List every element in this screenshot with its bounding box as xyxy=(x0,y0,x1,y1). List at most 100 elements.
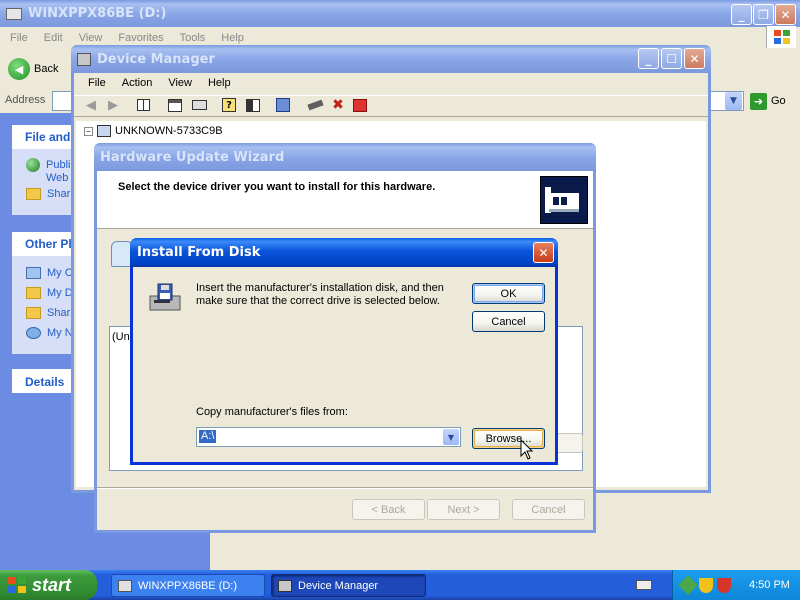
start-button[interactable]: start xyxy=(0,570,97,600)
back-button[interactable]: ◀ Back xyxy=(8,57,58,81)
globe-icon xyxy=(26,158,40,172)
drive-icon xyxy=(6,7,22,20)
tree-root-item[interactable]: − UNKNOWN-5733C9B xyxy=(84,125,223,137)
menu-file[interactable]: File xyxy=(2,32,36,44)
computer-icon xyxy=(26,267,41,279)
explorer-title-bar[interactable]: WINXPPX86BE (D:) xyxy=(0,0,800,27)
other-places-header[interactable]: Other Pl xyxy=(12,232,76,256)
install-dialog-title-bar[interactable]: Install From Disk xyxy=(130,238,558,267)
dm-update-driver-icon[interactable] xyxy=(306,96,324,114)
dm-minimize-button[interactable]: _ xyxy=(638,48,659,69)
address-label: Address xyxy=(5,94,46,106)
tree-expand-icon[interactable]: − xyxy=(84,126,93,136)
wizard-next-button[interactable]: Next > xyxy=(427,499,500,520)
documents-icon xyxy=(26,287,41,299)
install-dialog-title: Install From Disk xyxy=(137,245,261,260)
task-share[interactable]: Shar xyxy=(26,186,76,202)
back-label: Back xyxy=(34,63,59,75)
back-arrow-icon: ◀ xyxy=(8,58,30,80)
dm-uninstall-icon[interactable]: ✖ xyxy=(329,96,347,114)
dm-forward-icon[interactable]: ▶ xyxy=(104,96,122,114)
taskbar-item-device-manager[interactable]: Device Manager xyxy=(271,574,426,597)
taskbar-item-label: Device Manager xyxy=(298,579,379,592)
wizard-header: Select the device driver you want to ins… xyxy=(97,171,593,229)
drive-icon xyxy=(118,579,132,592)
device-manager-title: Device Manager xyxy=(97,51,215,67)
menu-tools[interactable]: Tools xyxy=(172,32,214,44)
copy-from-label: Copy manufacturer's files from: xyxy=(196,406,348,418)
keyboard-icon[interactable] xyxy=(636,580,652,590)
floppy-drive-icon xyxy=(148,282,184,314)
wizard-heading: Select the device driver you want to ins… xyxy=(118,181,436,193)
computer-icon xyxy=(97,125,111,137)
menu-view[interactable]: View xyxy=(71,32,111,44)
hardware-card-icon xyxy=(540,176,588,224)
browse-button[interactable]: Browse... xyxy=(472,428,545,449)
security-shield-icon[interactable] xyxy=(699,577,713,593)
dm-disable-icon[interactable] xyxy=(351,96,369,114)
dm-maximize-button[interactable]: ☐ xyxy=(661,48,682,69)
network-tray-icon[interactable] xyxy=(678,575,698,595)
address-dropdown-button[interactable]: ▼ xyxy=(725,92,742,110)
install-dialog-close-button[interactable]: ✕ xyxy=(533,242,554,263)
menu-help[interactable]: Help xyxy=(213,32,252,44)
wizard-cancel-button[interactable]: Cancel xyxy=(512,499,585,520)
dm-menu-view[interactable]: View xyxy=(160,77,200,89)
place-my-documents[interactable]: My D xyxy=(26,283,76,303)
device-manager-title-bar[interactable]: Device Manager xyxy=(71,45,711,73)
combobox-dropdown-button[interactable]: ▼ xyxy=(443,429,459,445)
minimize-button[interactable]: _ xyxy=(731,4,752,25)
copy-from-combobox[interactable]: A:\ ▼ xyxy=(196,427,461,447)
other-places-panel: Other Pl My C My D Shar My N xyxy=(12,232,76,354)
security-alert-icon[interactable] xyxy=(717,577,731,593)
place-my-network[interactable]: My N xyxy=(26,323,76,343)
copy-from-value: A:\ xyxy=(199,430,217,443)
device-manager-menubar: File Action View Help xyxy=(80,73,239,93)
go-arrow-icon: ➜ xyxy=(750,92,767,110)
install-from-disk-dialog: Install From Disk ✕ Insert the manufactu… xyxy=(130,238,558,465)
mouse-cursor-icon xyxy=(520,438,534,461)
dm-scan-hardware-icon[interactable] xyxy=(274,96,292,114)
taskbar-item-label: WINXPPX86BE (D:) xyxy=(138,579,238,592)
go-label: Go xyxy=(771,95,786,107)
file-tasks-header[interactable]: File and xyxy=(12,125,76,149)
wizard-separator xyxy=(97,487,593,489)
system-tray: 4:50 PM xyxy=(672,570,800,600)
dm-show-hide-tree-icon[interactable] xyxy=(134,96,152,114)
dm-close-button[interactable]: ✕ xyxy=(684,48,705,69)
start-label: start xyxy=(32,574,72,595)
taskbar-item-explorer[interactable]: WINXPPX86BE (D:) xyxy=(111,574,265,597)
dm-back-icon[interactable]: ◀ xyxy=(82,96,100,114)
maximize-button[interactable]: ❐ xyxy=(753,4,774,25)
wizard-title-bar[interactable]: Hardware Update Wizard xyxy=(94,143,596,171)
dm-view-icon[interactable] xyxy=(244,96,262,114)
ok-button[interactable]: OK xyxy=(472,283,545,304)
close-button[interactable]: ✕ xyxy=(775,4,796,25)
go-button[interactable]: ➜ Go xyxy=(750,92,786,110)
device-manager-toolbar: ◀ ▶ ? ✖ xyxy=(74,95,708,117)
details-panel[interactable]: Details xyxy=(12,369,76,393)
dm-menu-file[interactable]: File xyxy=(80,77,114,89)
install-message: Insert the manufacturer's installation d… xyxy=(196,282,444,307)
device-manager-icon xyxy=(278,579,292,592)
menu-edit[interactable]: Edit xyxy=(36,32,71,44)
dm-menu-help[interactable]: Help xyxy=(200,77,239,89)
wizard-title: Hardware Update Wizard xyxy=(100,149,285,165)
clock: 4:50 PM xyxy=(749,579,790,591)
file-tasks-panel: File and Publi Web Shar xyxy=(12,125,76,215)
dm-print-icon[interactable] xyxy=(190,96,208,114)
dm-help-icon[interactable]: ? xyxy=(220,96,238,114)
place-shared[interactable]: Shar xyxy=(26,303,76,323)
dm-menu-action[interactable]: Action xyxy=(114,77,161,89)
folder-icon xyxy=(26,307,41,319)
tree-root-label: UNKNOWN-5733C9B xyxy=(115,125,223,137)
install-cancel-button[interactable]: Cancel xyxy=(472,311,545,332)
windows-logo xyxy=(766,26,796,48)
windows-flag-icon xyxy=(7,576,27,594)
menu-favorites[interactable]: Favorites xyxy=(110,32,171,44)
wizard-back-button[interactable]: < Back xyxy=(352,499,425,520)
network-icon xyxy=(26,327,41,339)
dm-properties-icon[interactable] xyxy=(166,96,184,114)
share-folder-icon xyxy=(26,188,41,200)
place-my-computer[interactable]: My C xyxy=(26,263,76,283)
